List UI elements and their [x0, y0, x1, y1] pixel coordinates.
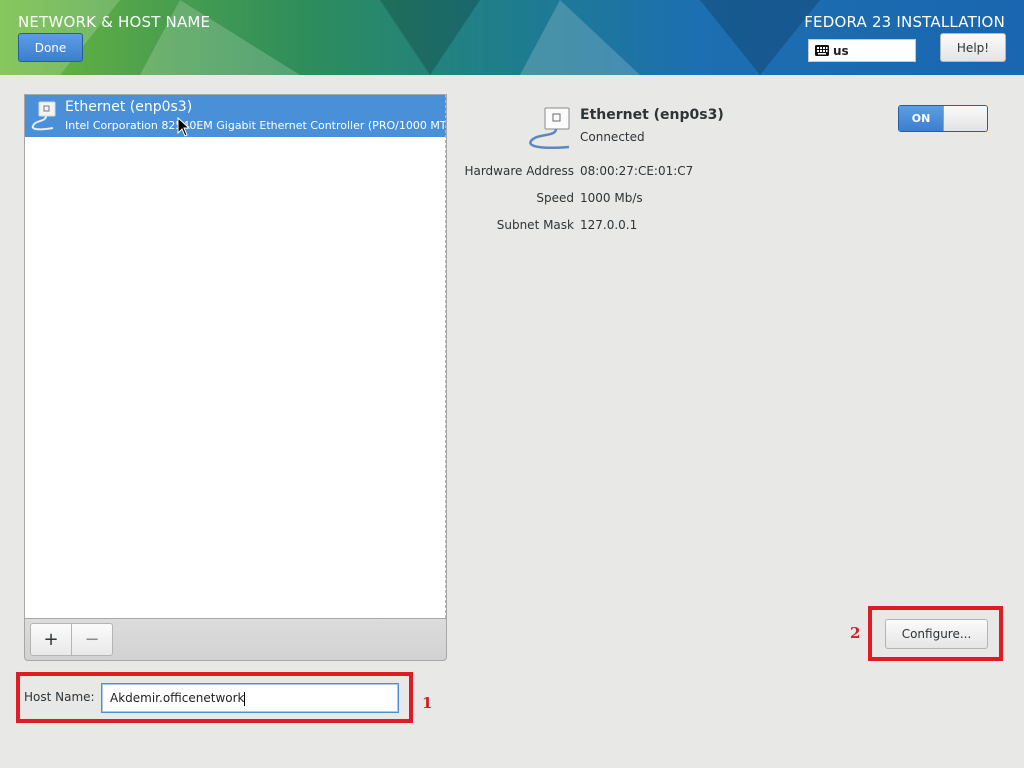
list-scroll-edge	[445, 95, 446, 618]
header-background-pattern	[0, 0, 820, 75]
hostname-label: Host Name:	[24, 690, 95, 704]
connection-toggle[interactable]: ON	[898, 105, 988, 132]
add-device-button[interactable]: +	[30, 623, 72, 656]
subnet-mask-value: 127.0.0.1	[580, 218, 638, 232]
configure-button[interactable]: Configure...	[885, 619, 988, 649]
annotation-marker-1: 1	[422, 694, 433, 712]
hardware-address-value: 08:00:27:CE:01:C7	[580, 164, 694, 178]
device-description: Intel Corporation 82540EM Gigabit Ethern…	[65, 119, 446, 132]
mouse-pointer-icon	[177, 117, 191, 137]
page-title: NETWORK & HOST NAME	[18, 13, 211, 31]
keyboard-layout-indicator[interactable]: us	[808, 39, 916, 62]
ethernet-detail-icon	[529, 107, 570, 149]
speed-label: Speed	[536, 191, 574, 205]
hostname-input[interactable]: Akdemir.officenetwork	[101, 683, 399, 713]
keyboard-layout-label: us	[833, 43, 849, 58]
connection-status: Connected	[580, 130, 645, 144]
toggle-on-label: ON	[899, 106, 943, 131]
list-item-ethernet[interactable]: Ethernet (enp0s3) Intel Corporation 8254…	[25, 95, 446, 137]
help-button[interactable]: Help!	[940, 33, 1006, 62]
keyboard-icon	[815, 45, 829, 56]
product-title: FEDORA 23 INSTALLATION	[804, 13, 1005, 31]
text-caret	[244, 691, 246, 706]
speed-value: 1000 Mb/s	[580, 191, 643, 205]
hardware-address-label: Hardware Address	[464, 164, 574, 178]
done-button[interactable]: Done	[18, 33, 83, 62]
device-list-toolbar: + −	[24, 618, 447, 661]
detail-device-name: Ethernet (enp0s3)	[580, 107, 724, 123]
network-device-list[interactable]: Ethernet (enp0s3) Intel Corporation 8254…	[24, 94, 447, 618]
ethernet-icon	[31, 101, 56, 131]
toggle-knob[interactable]	[943, 106, 987, 131]
annotation-marker-2: 2	[850, 624, 861, 642]
device-name: Ethernet (enp0s3)	[65, 99, 193, 115]
header-bar: NETWORK & HOST NAME FEDORA 23 INSTALLATI…	[0, 0, 1024, 75]
remove-device-button[interactable]: −	[71, 623, 113, 656]
hostname-value: Akdemir.officenetwork	[110, 691, 245, 705]
subnet-mask-label: Subnet Mask	[496, 218, 574, 232]
